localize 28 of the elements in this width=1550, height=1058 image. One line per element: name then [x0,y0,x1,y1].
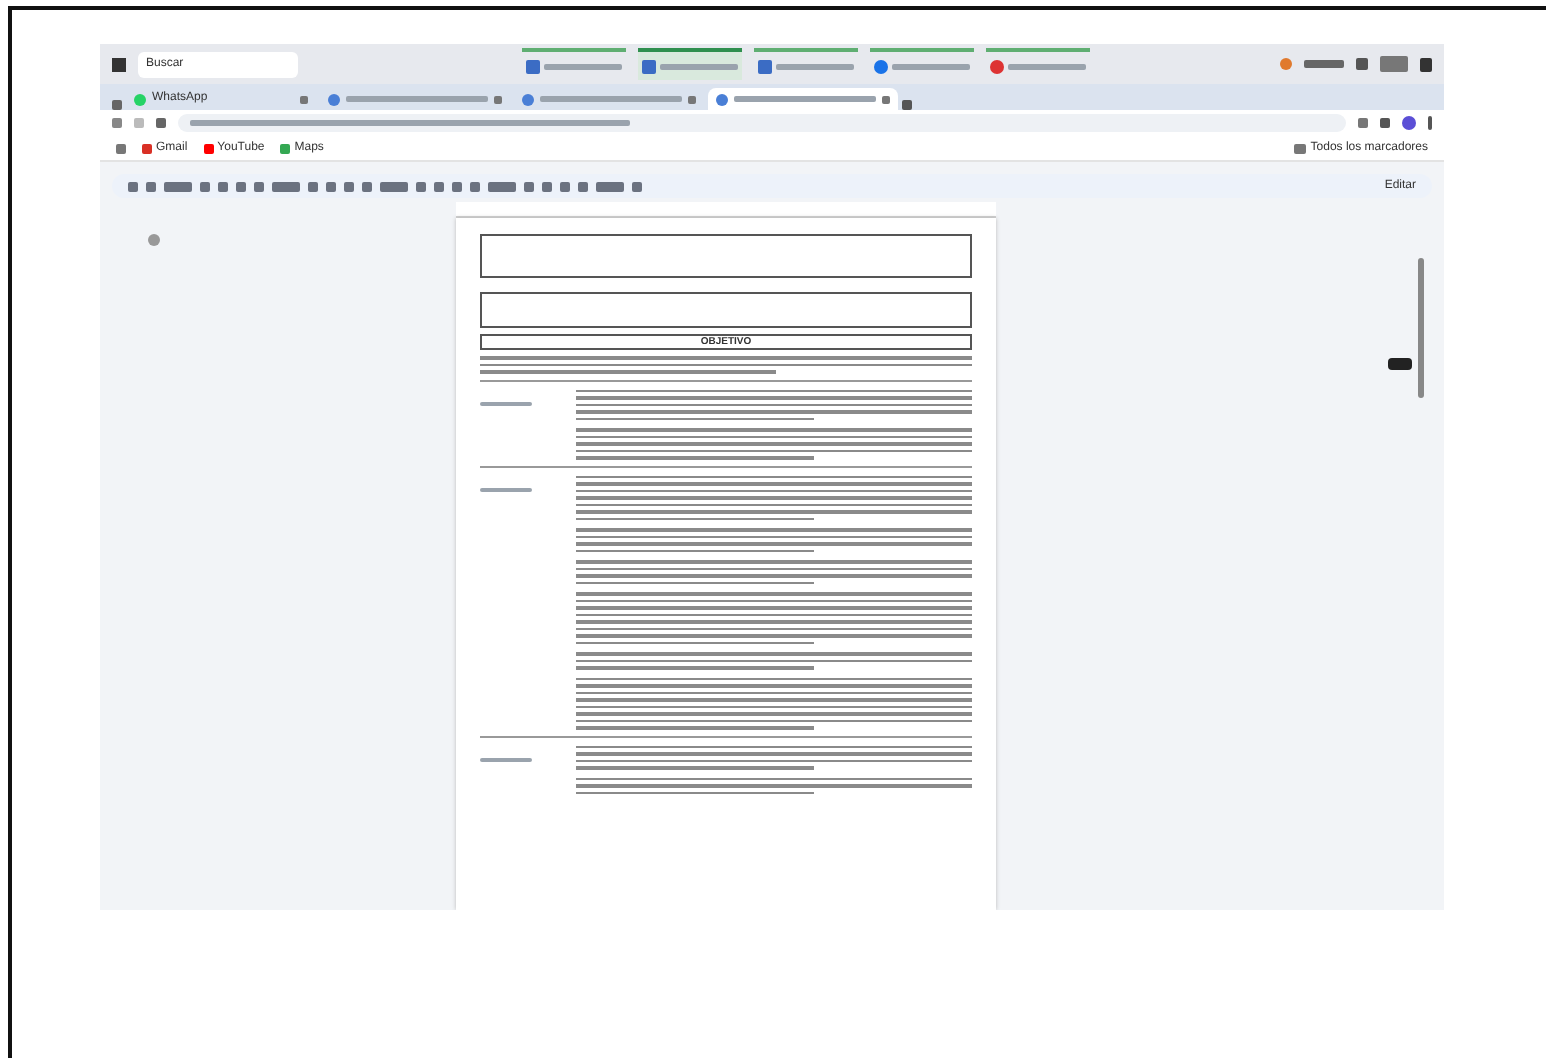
outline-icon[interactable] [148,234,160,246]
app-icon [758,59,772,73]
toolbar-icon [488,181,516,191]
toolbar-icon [380,181,408,191]
page-icon [134,93,146,105]
app-icon [990,59,1004,73]
bookmark-icon [203,143,214,153]
profile-icon [1402,116,1416,130]
app-icon [874,59,888,73]
toolbar-icon [164,181,192,191]
browser-tab[interactable] [708,88,898,110]
taskbar-app[interactable] [522,48,626,80]
page-icon [716,93,728,105]
toolbar-icon [272,181,300,191]
toolbar-icon [632,181,642,191]
scrollbar[interactable] [1418,258,1424,398]
windows-icon [112,57,126,71]
app-icon [526,59,540,73]
page-icon [522,93,534,105]
app-icon [642,59,656,73]
bookmark-icon [280,143,291,153]
taskbar-app[interactable] [754,48,858,80]
bookmark-icon [142,143,152,153]
taskbar-app[interactable] [638,48,742,80]
toolbar-icon [596,181,624,191]
address-field[interactable] [178,114,1346,132]
page-icon [328,93,340,105]
chat-button[interactable] [1388,358,1412,370]
